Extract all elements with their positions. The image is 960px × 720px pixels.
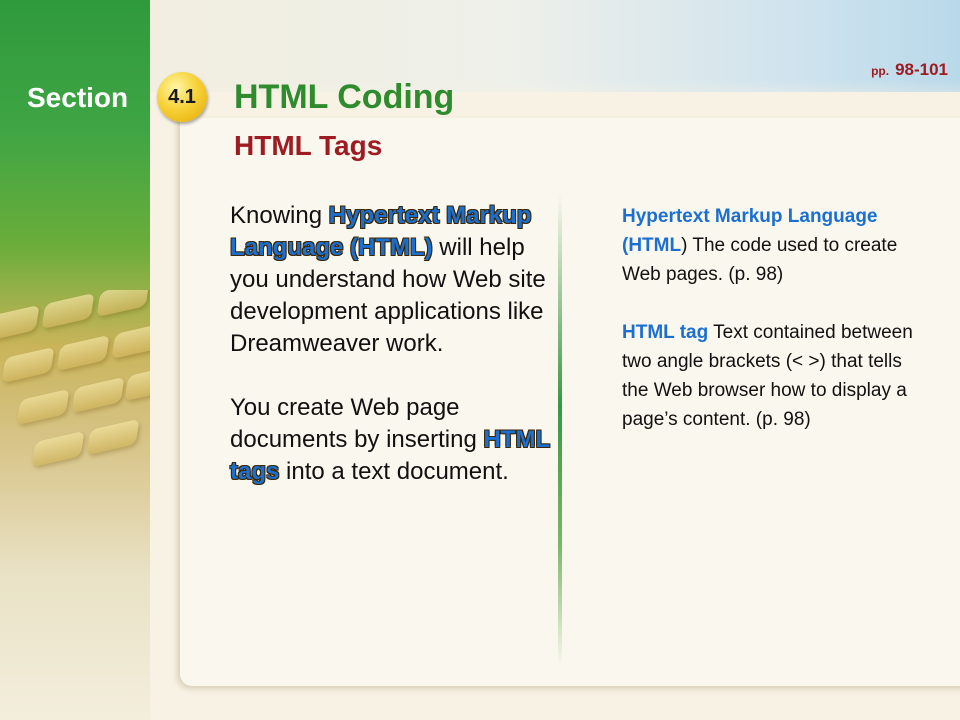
column-divider [558, 195, 562, 665]
section-number-badge: 4.1 [157, 72, 207, 122]
page-reference: pp. 98-101 [871, 60, 948, 80]
page-ref-prefix: pp. [871, 64, 890, 78]
definition-html-tag: HTML tag Text contained between two angl… [622, 322, 913, 430]
section-label: Section [27, 82, 129, 113]
tags-paragraph: You create Web page documents by inserti… [230, 394, 550, 485]
page-subtitle: HTML Tags [234, 130, 383, 161]
main-text-column: Knowing Hypertext Markup Language (HTML)… [230, 200, 550, 520]
page-ref-pages: 98-101 [895, 60, 948, 79]
intro-paragraph: Knowing Hypertext Markup Language (HTML)… [230, 202, 546, 357]
definition-html: Hypertext Markup Language (HTML) The cod… [622, 206, 898, 285]
keyboard-image [0, 290, 150, 490]
definition-term: HTML tag [622, 322, 709, 343]
definitions-column: Hypertext Markup Language (HTML) The cod… [622, 202, 932, 463]
page-title: HTML Coding [234, 78, 455, 116]
